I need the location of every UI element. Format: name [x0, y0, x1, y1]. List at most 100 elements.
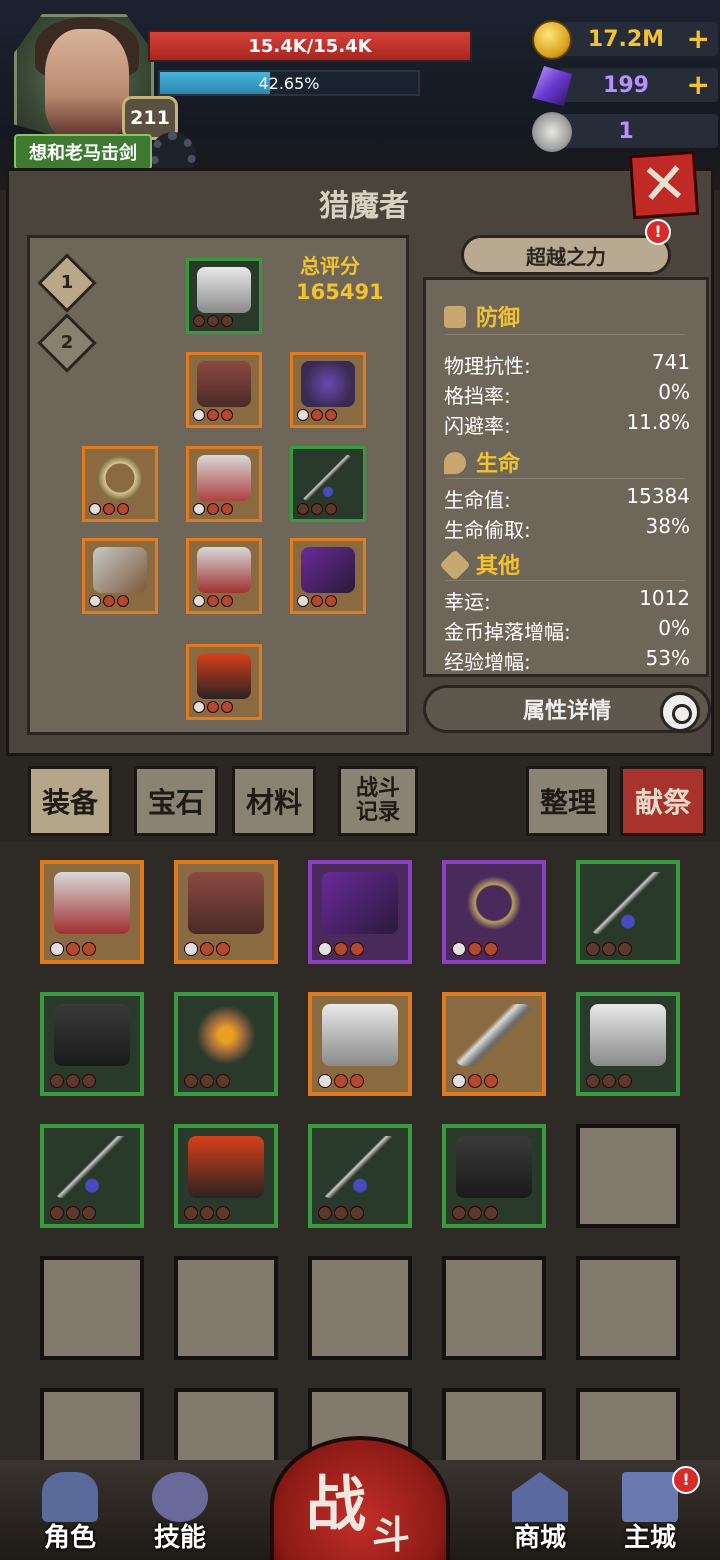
attribute-details-label: 属性详情 — [522, 699, 611, 724]
item-slot[interactable] — [308, 1124, 412, 1228]
item-slot[interactable] — [40, 992, 144, 1096]
socket-pips — [318, 1074, 364, 1088]
empty-slot[interactable] — [40, 1256, 144, 1360]
tab-gems[interactable]: 宝石 — [134, 766, 218, 836]
amulet-icon — [301, 361, 355, 407]
bracelet-icon — [93, 455, 147, 501]
stats-defense-heading: 防御 — [444, 300, 520, 332]
armor-icon — [197, 361, 251, 407]
close-button[interactable]: ✕ — [628, 150, 700, 220]
sacrifice-button[interactable]: 献祭 — [620, 766, 706, 836]
ram-skull-icon — [532, 112, 572, 152]
item-slot[interactable] — [290, 538, 366, 614]
stat-value: 741 — [651, 350, 690, 374]
stat-value: 53% — [645, 646, 690, 670]
item-slot[interactable] — [186, 446, 262, 522]
socket-pips — [297, 595, 337, 609]
ring-icon — [188, 1004, 264, 1066]
nav-character-button[interactable]: 角色 — [20, 1468, 120, 1556]
stat-row: 金币掉落增幅: 0% — [444, 616, 690, 646]
gloves-icon — [54, 872, 130, 934]
item-slot[interactable] — [290, 446, 366, 522]
item-slot[interactable] — [174, 992, 278, 1096]
socket-pips — [452, 942, 498, 956]
divider — [446, 334, 686, 335]
dagger-icon — [322, 872, 398, 934]
add-gem-button[interactable]: + — [687, 70, 710, 100]
attribute-details-button[interactable]: 属性详情 — [423, 685, 711, 733]
socket-pips — [184, 1206, 230, 1220]
key-counter: 1 — [532, 112, 718, 152]
item-slot[interactable] — [576, 992, 680, 1096]
socket-pips — [193, 315, 233, 329]
stat-key: 经验增幅: — [444, 650, 531, 674]
gem-icon — [532, 66, 572, 106]
socket-pips — [193, 409, 233, 423]
search-icon — [660, 692, 700, 732]
tab-materials[interactable]: 材料 — [232, 766, 316, 836]
transcend-button[interactable]: 超越之力 — [461, 235, 671, 275]
nav-shop-button[interactable]: 商城 — [490, 1468, 590, 1556]
empty-slot[interactable] — [442, 1256, 546, 1360]
gold-value: 17.2M — [587, 26, 665, 52]
empty-slot[interactable] — [576, 1256, 680, 1360]
stat-row: 物理抗性: 741 — [444, 350, 690, 380]
stats-life-title: 生命 — [476, 452, 521, 477]
item-slot[interactable] — [174, 1124, 278, 1228]
player-name: 想和老马击剑 — [14, 134, 152, 170]
boots-icon — [197, 653, 251, 699]
empty-slot[interactable] — [576, 1124, 680, 1228]
xp-bar: 42.65% — [158, 70, 420, 96]
stat-key: 生命值: — [444, 488, 511, 512]
item-slot[interactable] — [442, 992, 546, 1096]
item-slot[interactable] — [186, 538, 262, 614]
item-slot[interactable] — [82, 538, 158, 614]
loadout-1-button[interactable]: 1 — [37, 253, 97, 313]
stats-other-heading: 其他 — [439, 548, 520, 581]
empty-slot[interactable] — [174, 1256, 278, 1360]
item-slot[interactable] — [186, 258, 262, 334]
inventory-tabs: 装备 宝石 材料 战斗 记录 整理 献祭 — [0, 758, 720, 842]
socket-pips — [193, 701, 233, 715]
stat-key: 物理抗性: — [444, 354, 531, 378]
item-slot[interactable] — [186, 352, 262, 428]
necklace-icon — [322, 1136, 398, 1198]
stats-life-heading: 生命 — [444, 446, 520, 478]
item-slot[interactable] — [40, 860, 144, 964]
stat-key: 格挡率: — [444, 384, 511, 408]
item-slot[interactable] — [186, 644, 262, 720]
helmet-icon — [590, 1004, 666, 1066]
item-slot[interactable] — [442, 1124, 546, 1228]
add-gold-button[interactable]: + — [687, 24, 710, 54]
item-slot[interactable] — [308, 860, 412, 964]
equipment-panel: 1 2 总评分 165491 — [27, 235, 409, 735]
tab-equipment[interactable]: 装备 — [28, 766, 112, 836]
loadout-2-button[interactable]: 2 — [37, 313, 97, 373]
stat-value: 0% — [658, 380, 690, 404]
battle-label-2: 斗 — [372, 1513, 411, 1557]
tab-battle-record[interactable]: 战斗 记录 — [338, 766, 418, 836]
item-slot[interactable] — [174, 860, 278, 964]
stat-value: 11.8% — [626, 410, 690, 434]
item-slot[interactable] — [576, 860, 680, 964]
item-slot[interactable] — [442, 860, 546, 964]
sort-button[interactable]: 整理 — [526, 766, 610, 836]
item-slot[interactable] — [40, 1124, 144, 1228]
hp-text: 15.4K/15.4K — [248, 35, 372, 57]
character-panel: 猎魔者 ✕ 1 2 总评分 165491 超越之力 ! 防御 物理抗性: 741 … — [6, 150, 714, 756]
stat-value: 0% — [658, 616, 690, 640]
divider — [446, 478, 686, 479]
stats-panel[interactable]: 防御 物理抗性: 741 格挡率: 0% 闪避率: 11.8% 生命 生命值: 1538… — [423, 277, 709, 677]
swirl-icon — [152, 1472, 208, 1522]
stat-row: 格挡率: 0% — [444, 380, 690, 410]
socket-pips — [184, 942, 230, 956]
empty-slot[interactable] — [308, 1256, 412, 1360]
socket-pips — [318, 942, 364, 956]
item-slot[interactable] — [290, 352, 366, 428]
item-slot[interactable] — [308, 992, 412, 1096]
necklace-icon — [301, 455, 355, 501]
stat-value: 38% — [645, 514, 690, 538]
item-slot[interactable] — [82, 446, 158, 522]
socket-pips — [50, 1206, 96, 1220]
nav-skills-button[interactable]: 技能 — [130, 1468, 230, 1556]
